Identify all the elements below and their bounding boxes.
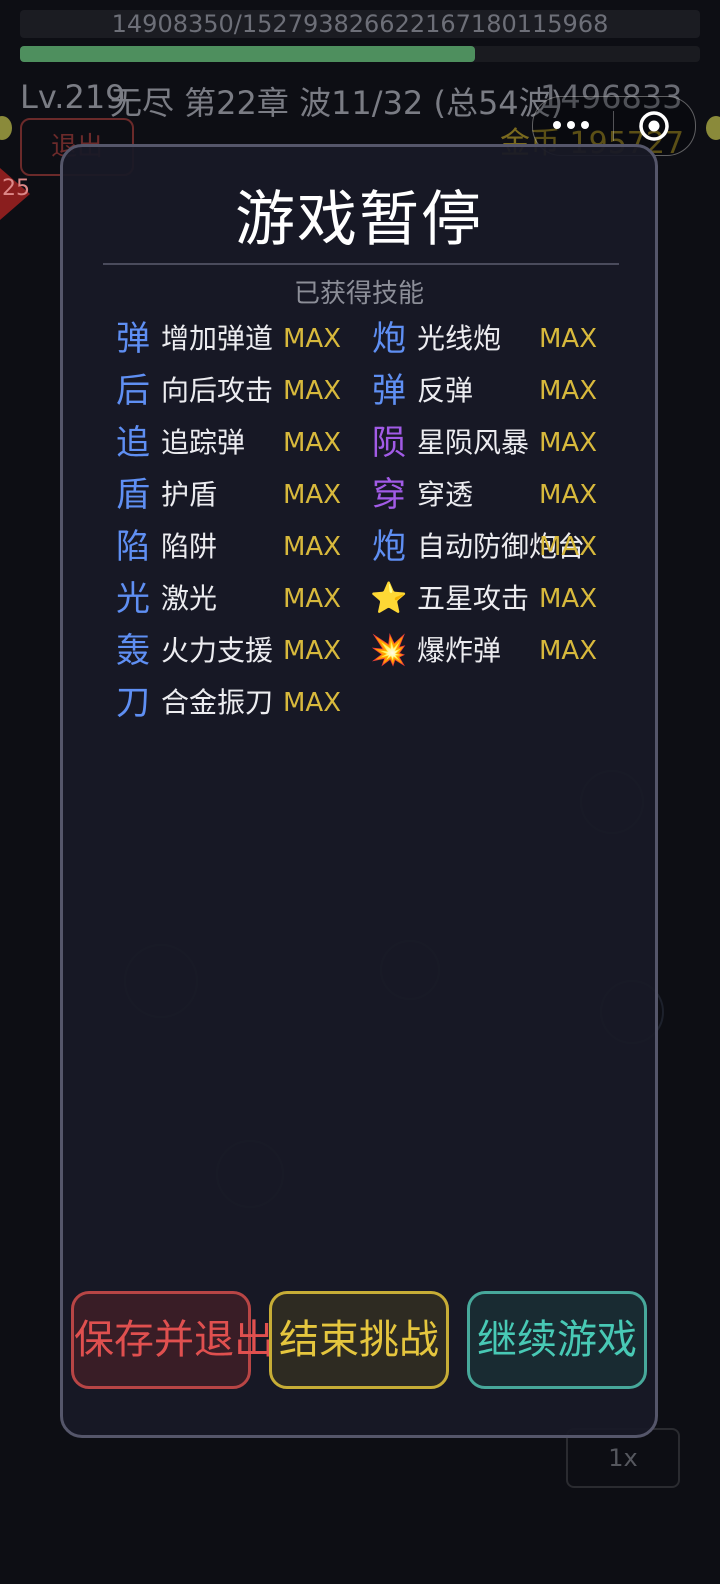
skill-level: MAX [283, 584, 342, 614]
skill-level: MAX [539, 636, 598, 666]
skill-level: MAX [539, 428, 598, 458]
skill-icon: 陷 [116, 527, 150, 567]
skill-icon: 炮 [372, 527, 406, 567]
skill-name: 护盾 [161, 478, 218, 511]
title-divider [103, 263, 619, 265]
wave-status: 无尽 第22章 波11/32 (总54波) [110, 84, 564, 122]
skill-name: 合金振刀 [161, 686, 274, 719]
dialog-title: 游戏暂停 [235, 185, 483, 255]
skill-name: 火力支援 [161, 634, 274, 667]
skill-icon: 穿 [372, 475, 406, 515]
skill-name: 反弹 [417, 374, 474, 407]
skills-section-label: 已获得技能 [293, 279, 424, 309]
end-challenge-button[interactable]: 结束挑战 [269, 1291, 449, 1389]
skill-icon: 后 [116, 371, 150, 411]
hp-bar-fill [20, 46, 475, 62]
skill-level: MAX [283, 376, 342, 406]
skill-icon: 陨 [372, 423, 406, 463]
skill-name: 穿透 [417, 478, 474, 511]
skill-name: 增加弹道 [161, 322, 274, 355]
pause-dialog: 游戏暂停 已获得技能 弹 增加弹道 MAX 后 向后攻击 MAX 追 追踪弹 M… [60, 144, 658, 1438]
skill-icon: 追 [116, 423, 150, 463]
skill-icon: 光 [116, 579, 150, 619]
skill-icon: 弹 [372, 371, 406, 411]
skill-level: MAX [283, 636, 342, 666]
right-edge-marker [706, 116, 720, 140]
skill-name: 陷阱 [161, 530, 218, 563]
skill-name: 五星攻击 [417, 582, 530, 615]
explosion-icon: 💥 [370, 633, 408, 668]
skill-name: 爆炸弹 [417, 634, 502, 667]
skill-level: MAX [283, 428, 342, 458]
skill-name: 激光 [161, 582, 218, 615]
skill-icon: 轰 [116, 631, 150, 671]
star-icon: ⭐ [370, 581, 408, 616]
skill-level: MAX [539, 376, 598, 406]
continue-game-button[interactable]: 继续游戏 [467, 1291, 647, 1389]
skill-level: MAX [539, 480, 598, 510]
capsule-divider [613, 111, 614, 141]
skill-name: 向后攻击 [161, 374, 274, 407]
skill-level: MAX [283, 532, 342, 562]
skill-level: MAX [283, 324, 342, 354]
skill-level: MAX [283, 480, 342, 510]
enemy-warning-count: 25 [2, 176, 30, 201]
skill-level: MAX [539, 532, 598, 562]
close-target-icon[interactable] [637, 109, 671, 143]
skill-name: 星陨风暴 [417, 426, 530, 459]
save-and-exit-button[interactable]: 保存并退出 [71, 1291, 274, 1389]
skill-level: MAX [539, 324, 598, 354]
skill-icon: 刀 [116, 683, 150, 723]
skill-level: MAX [539, 584, 598, 614]
skill-icon: 盾 [116, 475, 150, 515]
xp-bar: 14908350/1527938266221671801159​68 [20, 10, 700, 38]
skill-name: 光线炮 [417, 322, 502, 355]
skill-icon: 炮 [372, 319, 406, 359]
skill-name: 追踪弹 [161, 426, 246, 459]
skill-icon: 弹 [116, 319, 150, 359]
left-edge-marker [0, 116, 12, 140]
skill-level: MAX [283, 688, 342, 718]
more-icon[interactable] [553, 121, 593, 131]
